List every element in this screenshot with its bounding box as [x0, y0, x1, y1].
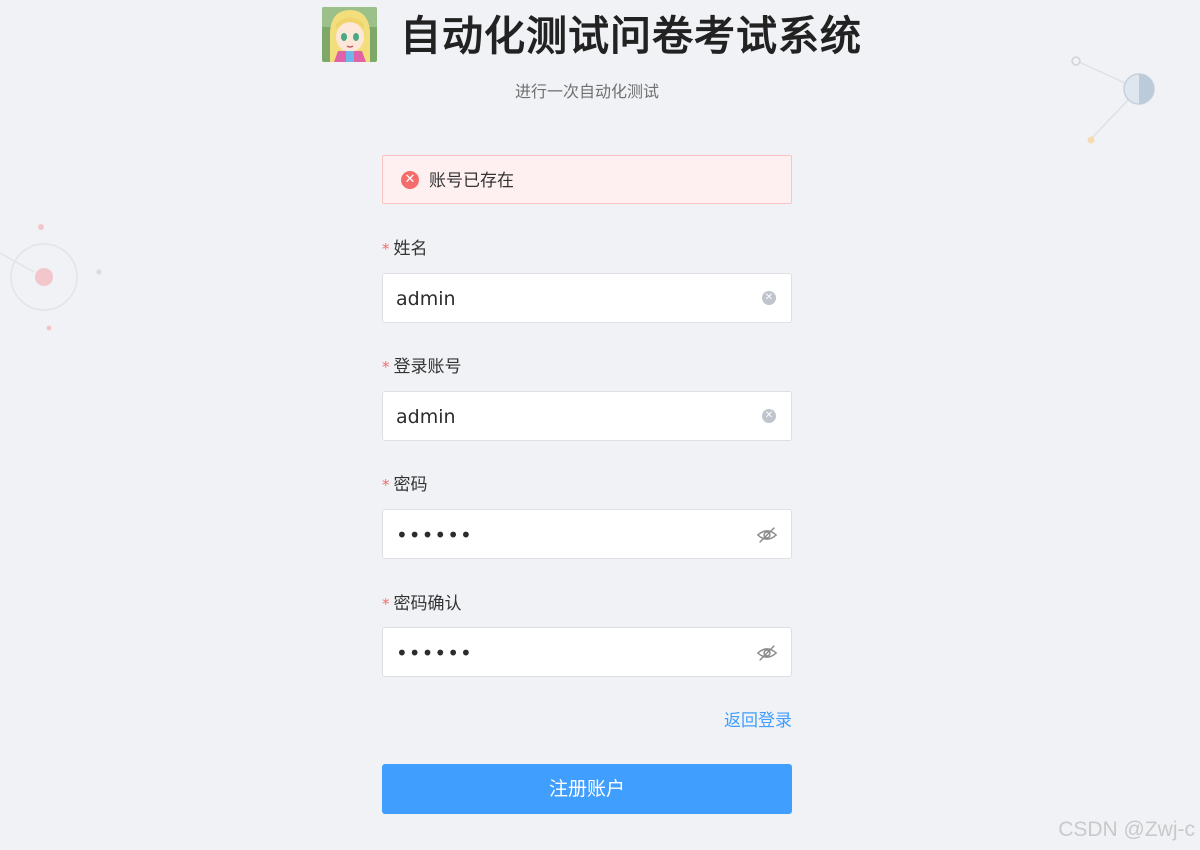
confirm-password-label: * 密码确认 — [382, 593, 462, 615]
clear-icon[interactable]: ✕ — [762, 409, 776, 423]
alert-message: 账号已存在 — [429, 171, 514, 191]
account-input-value: admin — [396, 406, 456, 428]
eye-hidden-icon[interactable] — [756, 524, 778, 546]
page-header: 自动化测试问卷考试系统 — [322, 7, 882, 63]
eye-hidden-icon[interactable] — [756, 642, 778, 664]
confirm-password-label-text: 密码确认 — [393, 594, 462, 614]
watermark: CSDN @Zwj-c — [1058, 818, 1195, 841]
error-alert: ✕ 账号已存在 — [382, 155, 792, 204]
name-field[interactable]: admin ✕ — [382, 273, 792, 323]
name-input-value: admin — [396, 288, 456, 310]
required-mark: * — [382, 476, 390, 494]
confirm-password-field[interactable]: •••••• — [382, 627, 792, 677]
name-label: * 姓名 — [382, 238, 428, 260]
account-label-text: 登录账号 — [393, 357, 462, 377]
account-label: * 登录账号 — [382, 356, 462, 378]
required-mark: * — [382, 595, 390, 613]
name-label-text: 姓名 — [393, 239, 428, 259]
password-label: * 密码 — [382, 474, 428, 496]
confirm-password-input-value: •••••• — [396, 641, 473, 665]
register-button[interactable]: 注册账户 — [382, 764, 792, 814]
password-label-text: 密码 — [393, 475, 428, 495]
password-input-value: •••••• — [396, 523, 473, 547]
password-field[interactable]: •••••• — [382, 509, 792, 559]
account-field[interactable]: admin ✕ — [382, 391, 792, 441]
back-to-login-link[interactable]: 返回登录 — [724, 710, 792, 732]
clear-icon[interactable]: ✕ — [762, 291, 776, 305]
app-title: 自动化测试问卷考试系统 — [400, 12, 862, 60]
error-circle-icon: ✕ — [401, 171, 419, 189]
required-mark: * — [382, 358, 390, 376]
required-mark: * — [382, 240, 390, 258]
app-subtitle: 进行一次自动化测试 — [514, 82, 659, 101]
anime-girl-avatar-icon — [322, 7, 377, 62]
